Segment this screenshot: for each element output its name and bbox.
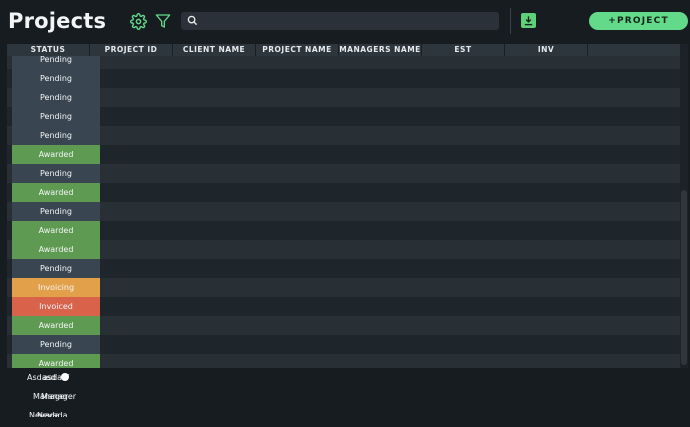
status-badge: Pending — [12, 202, 100, 221]
status-badge: Pending — [12, 56, 100, 69]
table-row[interactable]: Awarded — [7, 240, 687, 259]
table-row[interactable]: Awarded — [7, 221, 687, 240]
table-row[interactable]: Awarded — [7, 145, 687, 164]
status-badge: Awarded — [12, 183, 100, 202]
search-input[interactable] — [201, 12, 493, 30]
table-row[interactable]: Pending — [7, 69, 687, 88]
table-row[interactable]: Pending — [7, 56, 687, 69]
column-header-managers-name[interactable]: MANAGERS NAME — [339, 44, 422, 56]
download-button[interactable] — [521, 13, 536, 28]
column-header-status[interactable]: STATUS — [7, 44, 90, 56]
search-bar[interactable] — [181, 12, 499, 30]
table-row[interactable]: Pending — [7, 126, 687, 145]
status-badge: Pending — [12, 69, 100, 88]
table-row[interactable]: Invoiced — [7, 297, 687, 316]
table-row[interactable]: Invoicing — [7, 278, 687, 297]
download-icon — [524, 16, 533, 26]
column-header-client-name[interactable]: CLIENT NAME — [173, 44, 256, 56]
table-row[interactable]: Awarded — [7, 354, 687, 368]
status-badge: Awarded — [12, 145, 100, 164]
gear-icon[interactable] — [130, 13, 147, 30]
status-badge: Pending — [12, 164, 100, 183]
table-row[interactable]: Pending — [7, 259, 687, 278]
status-badge: Awarded — [12, 240, 100, 259]
scrollbar-thumb[interactable] — [681, 190, 687, 365]
status-badge: Pending — [12, 107, 100, 126]
status-badge: Pending — [12, 88, 100, 107]
status-badge: Pending — [12, 126, 100, 145]
column-header-project-name[interactable]: PROJECT NAME — [256, 44, 339, 56]
filter-icon[interactable] — [155, 13, 171, 29]
search-icon — [187, 15, 198, 26]
table-row[interactable]: Pending — [7, 164, 687, 183]
status-badge: Awarded — [12, 221, 100, 240]
status-badge: Awarded — [12, 354, 100, 368]
status-badge: Pending — [12, 259, 100, 278]
table-header: STATUS PROJECT ID CLIENT NAME PROJECT NA… — [7, 44, 687, 56]
header-divider — [510, 8, 511, 34]
add-project-button[interactable]: +PROJECT — [589, 12, 688, 30]
table-body: Pending Pending Pending Pending Pending Award… — [7, 56, 687, 368]
table-row[interactable]: Pending — [7, 335, 687, 354]
table-row[interactable]: Pending — [7, 107, 687, 126]
table-row[interactable]: Awarded — [7, 183, 687, 202]
status-badge: Pending — [12, 335, 100, 354]
status-badge: Invoiced — [12, 297, 100, 316]
column-header-inv[interactable]: INV — [505, 44, 588, 56]
projects-table: STATUS PROJECT ID CLIENT NAME PROJECT NA… — [7, 44, 687, 368]
table-row[interactable]: Awarded — [7, 316, 687, 335]
page-title: Projects — [8, 9, 107, 33]
column-header-est[interactable]: EST — [422, 44, 505, 56]
status-badge: Awarded — [12, 316, 100, 335]
footer-label: Manager — [41, 392, 77, 401]
footer-label: Nevada — [37, 411, 68, 417]
table-row[interactable]: Pending — [7, 88, 687, 107]
table-row[interactable]: Pending — [7, 202, 687, 221]
status-badge: Invoicing — [12, 278, 100, 297]
status-dot-icon — [61, 373, 69, 381]
column-header-project-id[interactable]: PROJECT ID — [90, 44, 173, 56]
